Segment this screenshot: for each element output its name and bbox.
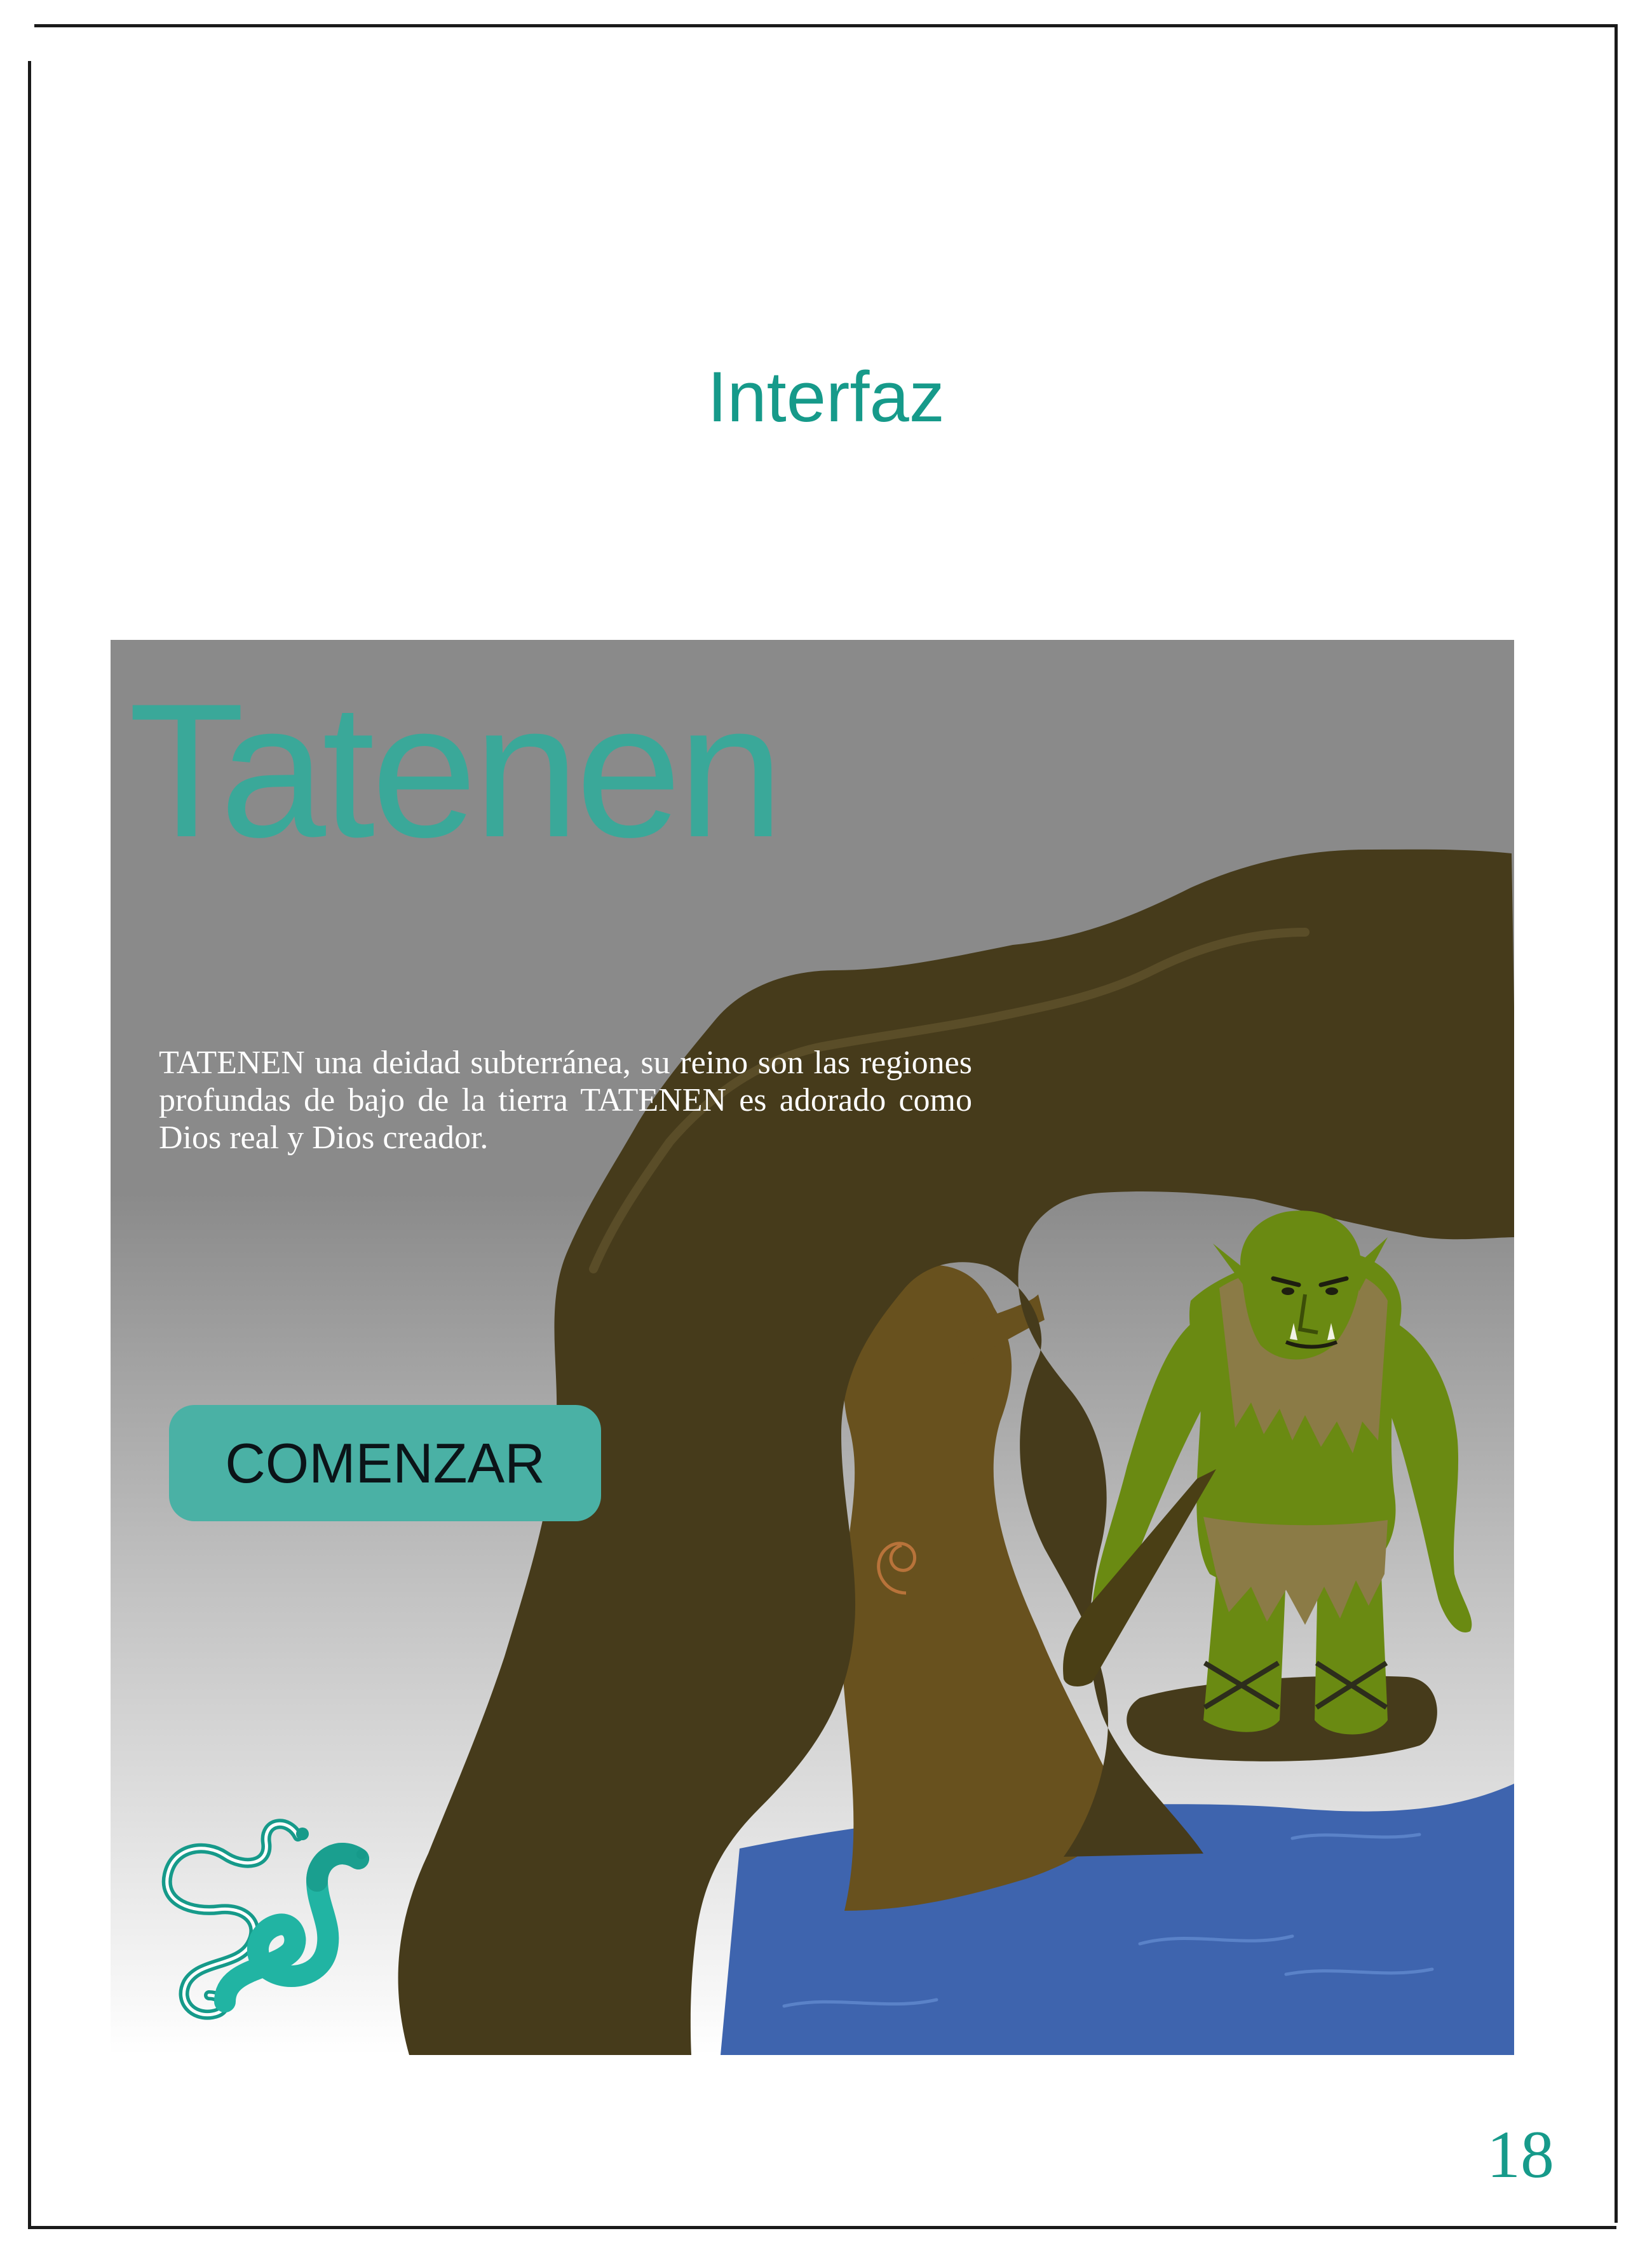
border-top — [34, 24, 1616, 27]
game-description: TATENEN una deidad subterránea, su reino… — [159, 1045, 972, 1156]
border-right — [1615, 24, 1618, 2223]
game-title: Tatenen — [128, 663, 784, 877]
page-number: 18 — [1487, 2117, 1554, 2192]
snake-logo-icon — [161, 1819, 369, 2020]
page-title: Interfaz — [707, 357, 945, 437]
start-button[interactable]: COMENZAR — [169, 1405, 601, 1521]
troll-right-leg — [1315, 1574, 1388, 1735]
game-start-screen: Tatenen TATENEN una deidad subterránea, … — [111, 640, 1514, 2055]
border-bottom — [28, 2226, 1616, 2229]
